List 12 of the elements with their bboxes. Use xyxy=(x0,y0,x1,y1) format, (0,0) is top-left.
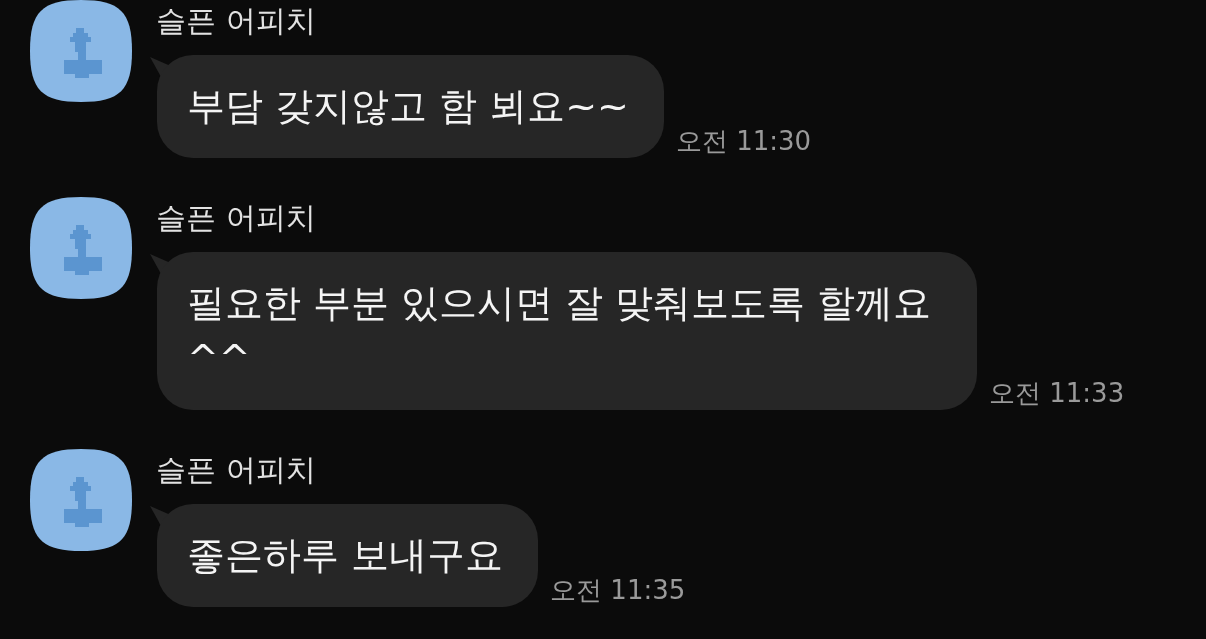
message-bubble: 부담 갖지않고 함 뵈요~~ xyxy=(150,55,664,158)
message-bubble: 필요한 부분 있으시면 잘 맞춰보도록 할께요 ^^ xyxy=(150,252,977,410)
sender-name: 슬픈 어피치 xyxy=(156,200,316,236)
message-bubble: 좋은하루 보내구요 xyxy=(150,504,539,607)
message-time: 오전 11:30 xyxy=(675,125,812,157)
avatar-icon xyxy=(30,449,132,551)
sender-name: 슬픈 어피치 xyxy=(156,452,316,488)
avatar-icon xyxy=(30,197,132,299)
message-time: 오전 11:35 xyxy=(550,574,686,606)
avatar-icon xyxy=(30,0,132,102)
sender-name: 슬픈 어피치 xyxy=(156,3,316,39)
message-time: 오전 11:33 xyxy=(989,377,1125,409)
